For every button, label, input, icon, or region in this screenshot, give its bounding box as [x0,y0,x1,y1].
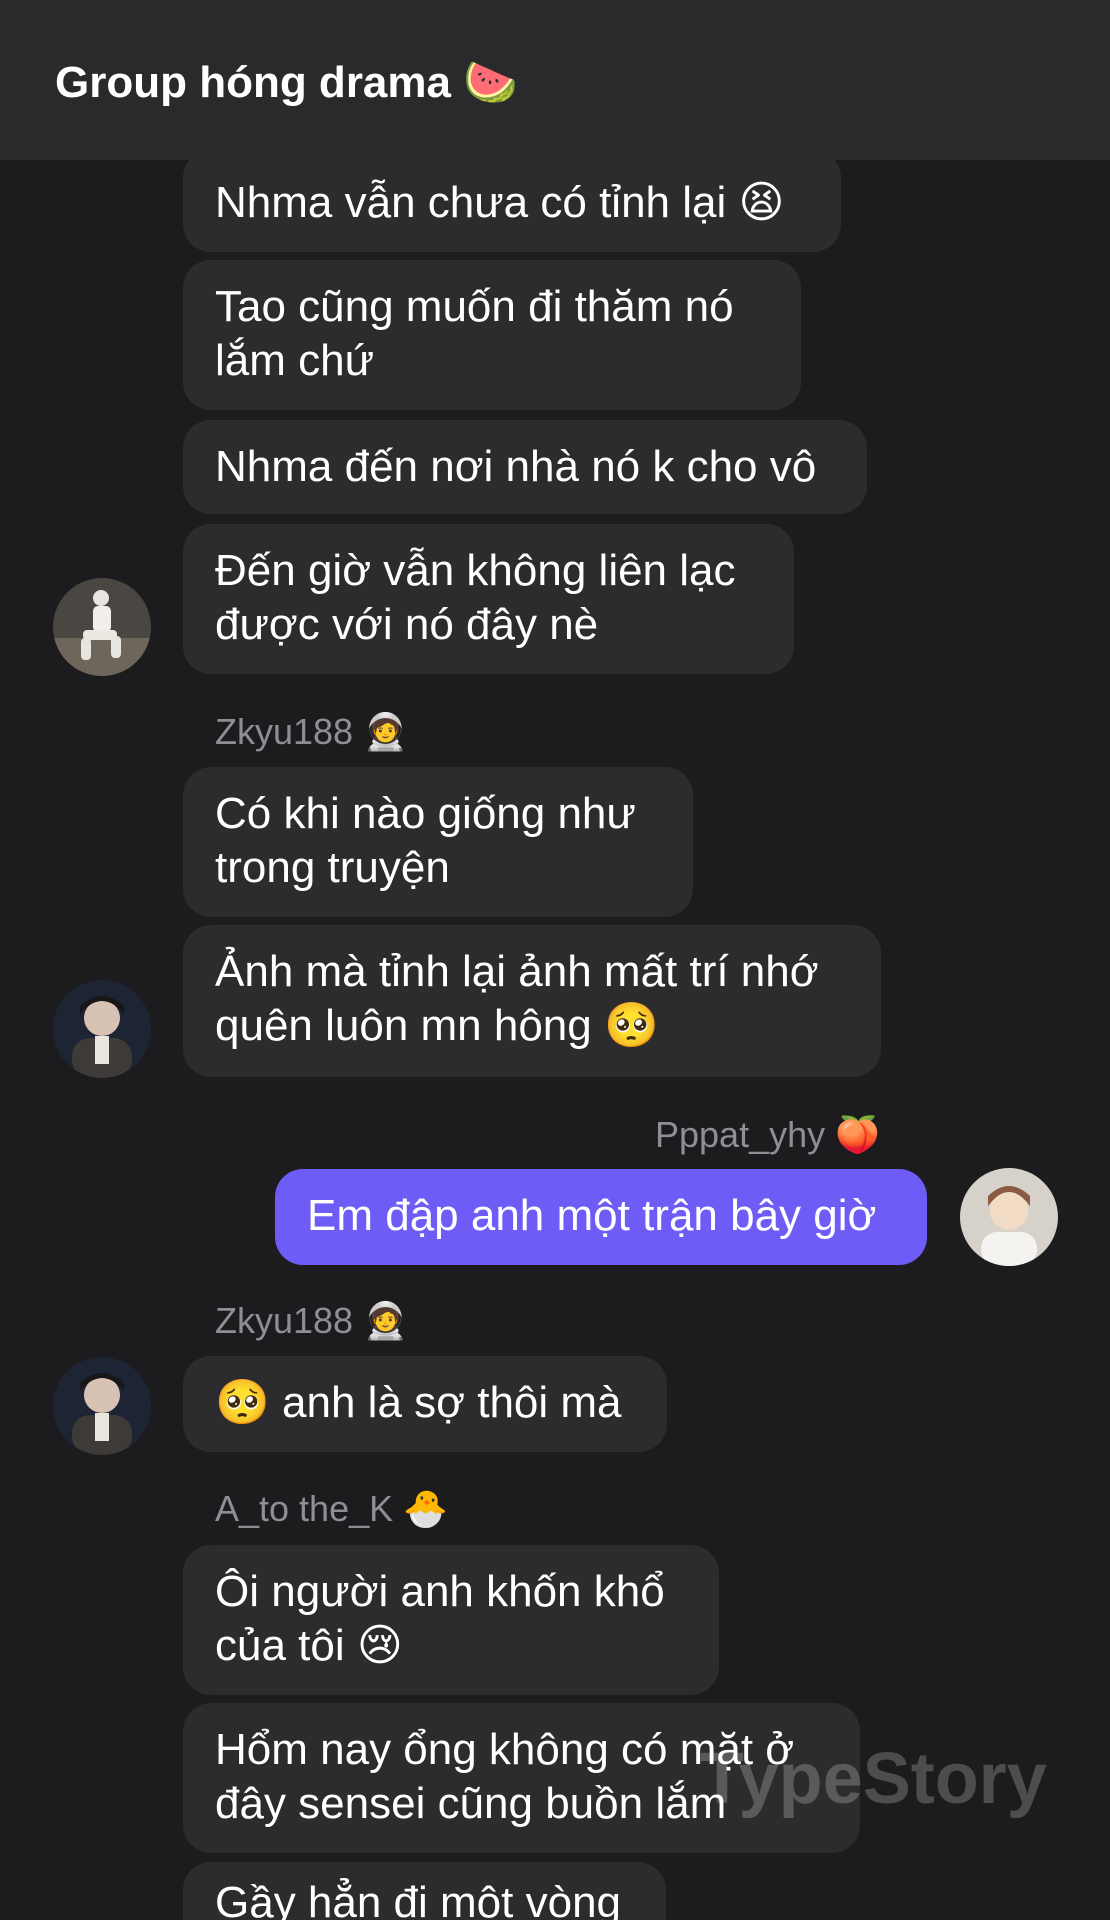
sender-name[interactable]: Zkyu188 🧑‍🚀 [215,711,408,753]
sender-name-text: Zkyu188 [215,711,354,752]
message-text: của tôi [215,1621,345,1670]
message-bubble[interactable]: Đến giờ vẫn không liên lạc được với nó đ… [183,524,794,674]
message-text-line: được với nó đây nè [215,600,599,649]
message-bubble[interactable]: Có khi nào giống như trong truyện [183,767,693,917]
message-text: Nhma vẫn chưa có tỉnh lại [215,178,727,227]
pleading-face-icon: 🥺 [215,1377,270,1428]
message-bubble[interactable]: Ảnh mà tỉnh lại ảnh mất trí nhớ quên luô… [183,925,881,1077]
avatar-image [53,578,151,676]
message-text: anh là sợ thôi mà [282,1378,622,1427]
sender-name-text: A_to the_K [215,1488,394,1529]
message-text-line: lắm chứ [215,336,375,385]
message-text-line: Đến giờ vẫn không liên lạc [215,546,736,595]
crying-face-icon: 😢 [356,1620,403,1671]
message-text: Em đập anh một trận bây giờ [307,1191,877,1240]
message-text-line: của tôi 😢 [215,1619,687,1673]
sender-name[interactable]: A_to the_K 🐣 [215,1488,448,1530]
hatching-chick-icon: 🐣 [403,1489,448,1530]
message-text-line: Có khi nào giống như [215,789,636,838]
message-bubble[interactable]: 🥺 anh là sợ thôi mà [183,1356,667,1452]
message-text: Gầy hẳn đi một vòng [215,1878,622,1920]
message-bubble[interactable]: Nhma đến nơi nhà nó k cho vô [183,420,867,514]
message-text: Nhma đến nơi nhà nó k cho vô [215,442,817,491]
message-bubble[interactable]: Gầy hẳn đi một vòng [183,1862,666,1920]
avatar-image [53,1357,151,1455]
group-title-text: Group hóng drama [55,58,451,107]
chat-screen: Group hóng drama 🍉 Nhma vẫn chưa có tỉnh… [0,0,1110,1920]
message-text-line: Ôi người anh khốn khổ [215,1567,665,1616]
avatar-image [53,980,151,1078]
astronaut-icon: 🧑‍🚀 [363,1301,408,1342]
message-text-line: Ảnh mà tỉnh lại ảnh mất trí nhớ [215,947,819,996]
avatar-image [960,1168,1058,1266]
avatar[interactable] [53,1357,151,1455]
tired-face-icon: 😫 [738,177,785,228]
pleading-face-icon: 🥺 [603,1000,659,1051]
sender-name[interactable]: Pppat_yhy 🍑 [655,1114,880,1156]
avatar[interactable] [53,980,151,1078]
group-title[interactable]: Group hóng drama 🍉 [55,56,518,108]
message-bubble[interactable]: Nhma vẫn chưa có tỉnh lại 😫 [183,150,841,252]
outgoing-message-bubble[interactable]: Em đập anh một trận bây giờ [275,1169,927,1265]
peach-icon: 🍑 [835,1115,880,1156]
avatar[interactable] [960,1168,1058,1266]
message-text-line: quên luôn mn hông 🥺 [215,999,849,1053]
watermark: TypeStory [700,1739,1047,1819]
sender-name[interactable]: Zkyu188 🧑‍🚀 [215,1300,408,1342]
avatar[interactable] [53,578,151,676]
sender-name-text: Pppat_yhy [655,1114,826,1155]
message-bubble[interactable]: Ôi người anh khốn khổ của tôi 😢 [183,1545,719,1695]
watermelon-icon: 🍉 [463,57,519,108]
message-bubble[interactable]: Tao cũng muốn đi thăm nó lắm chứ [183,260,801,410]
astronaut-icon: 🧑‍🚀 [363,712,408,753]
chat-header: Group hóng drama 🍉 [0,0,1110,160]
message-text-line: Tao cũng muốn đi thăm nó [215,282,734,331]
message-text: quên luôn mn hông [215,1001,592,1050]
message-text-line: trong truyện [215,843,450,892]
sender-name-text: Zkyu188 [215,1300,354,1341]
